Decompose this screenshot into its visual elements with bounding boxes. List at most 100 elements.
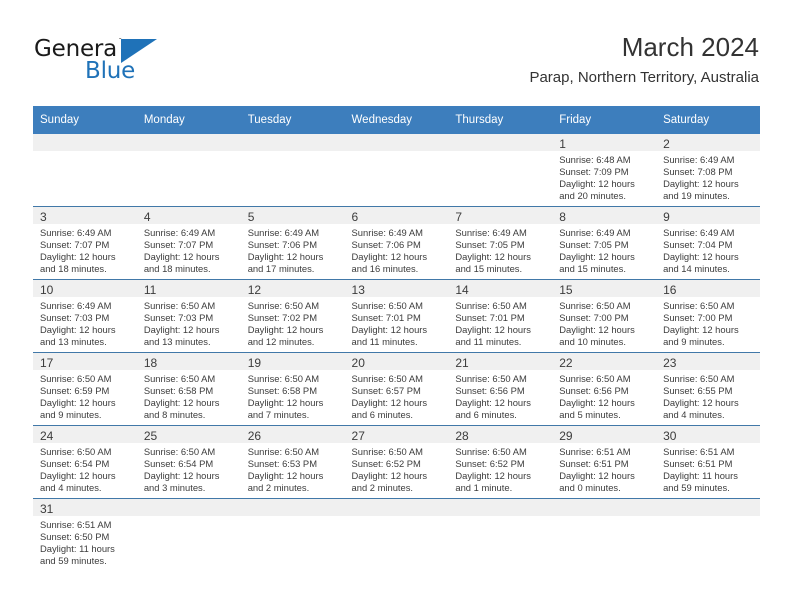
calendar-week-row: 10 Sunrise: 6:49 AM Sunset: 7:03 PM Dayligh… [33, 279, 760, 353]
calendar-week-row: 24 Sunrise: 6:50 AM Sunset: 6:54 PM Dayligh… [33, 425, 760, 499]
daylight-text-line2: and 1 minute. [455, 482, 513, 494]
calendar-day-cell[interactable]: 27 Sunrise: 6:50 AM Sunset: 6:52 PM Dayligh… [344, 425, 449, 499]
sunrise-text: Sunrise: 6:51 AM [40, 519, 112, 530]
calendar-day-cell[interactable]: 23 Sunrise: 6:50 AM Sunset: 6:55 PM Dayligh… [656, 352, 760, 426]
sunrise-text: Sunrise: 6:51 AM [663, 446, 735, 457]
daylight-text-line2: and 13 minutes. [40, 336, 107, 348]
day-number: 30 [663, 429, 677, 443]
day-number: 10 [40, 283, 54, 297]
calendar-cell-empty [240, 498, 345, 571]
day-number: 16 [663, 283, 677, 297]
weekday-header-monday: Monday [136, 106, 241, 134]
calendar-day-cell[interactable]: 15 Sunrise: 6:50 AM Sunset: 7:00 PM Dayligh… [552, 279, 657, 353]
sunrise-text: Sunrise: 6:50 AM [455, 300, 527, 311]
calendar-day-cell[interactable]: 29 Sunrise: 6:51 AM Sunset: 6:51 PM Dayligh… [552, 425, 657, 499]
daylight-text-line2: and 20 minutes. [559, 190, 626, 202]
calendar-day-cell[interactable]: 8 Sunrise: 6:49 AM Sunset: 7:05 PM Daylight… [552, 206, 657, 280]
day-cell-content [33, 134, 137, 203]
daylight-text-line1: Daylight: 12 hours [143, 397, 220, 409]
calendar-day-cell[interactable]: 26 Sunrise: 6:50 AM Sunset: 6:53 PM Dayligh… [240, 425, 345, 499]
daylight-text-line2: and 4 minutes. [663, 409, 725, 421]
day-cell-content: 2 Sunrise: 6:49 AM Sunset: 7:08 PM Daylight… [656, 134, 760, 203]
day-cell-content [136, 134, 241, 203]
day-number: 1 [559, 137, 566, 151]
day-number: 14 [455, 283, 469, 297]
sunset-text: Sunset: 7:07 PM [143, 239, 214, 251]
calendar-day-cell[interactable]: 21 Sunrise: 6:50 AM Sunset: 6:56 PM Dayligh… [448, 352, 553, 426]
sunrise-text: Sunrise: 6:50 AM [351, 300, 423, 311]
sunset-text: Sunset: 6:53 PM [247, 458, 317, 470]
daylight-text-line2: and 13 minutes. [143, 336, 211, 348]
calendar-day-cell[interactable]: 20 Sunrise: 6:50 AM Sunset: 6:57 PM Dayligh… [344, 352, 449, 426]
calendar-day-cell[interactable]: 5 Sunrise: 6:49 AM Sunset: 7:06 PM Daylight… [240, 206, 345, 280]
calendar-day-cell[interactable]: 11 Sunrise: 6:50 AM Sunset: 7:03 PM Dayligh… [136, 279, 241, 353]
sunset-text: Sunset: 6:50 PM [40, 531, 110, 543]
sunset-text: Sunset: 7:07 PM [40, 239, 110, 251]
calendar-day-cell[interactable]: 10 Sunrise: 6:49 AM Sunset: 7:03 PM Dayligh… [33, 279, 137, 353]
daylight-text-line2: and 0 minutes. [559, 482, 621, 494]
day-number: 9 [663, 210, 670, 224]
calendar-day-cell[interactable]: 30 Sunrise: 6:51 AM Sunset: 6:51 PM Dayligh… [656, 425, 760, 499]
calendar-cell-empty [448, 134, 553, 207]
daylight-text-line1: Daylight: 12 hours [559, 251, 635, 263]
calendar-day-cell[interactable]: 28 Sunrise: 6:50 AM Sunset: 6:52 PM Dayligh… [448, 425, 553, 499]
weekday-header-sunday: Sunday [33, 106, 137, 134]
calendar-day-cell[interactable]: 4 Sunrise: 6:49 AM Sunset: 7:07 PM Daylight… [136, 206, 241, 280]
calendar-day-cell[interactable]: 16 Sunrise: 6:50 AM Sunset: 7:00 PM Dayligh… [656, 279, 760, 353]
sunset-text: Sunset: 7:04 PM [663, 239, 733, 251]
day-cell-content [552, 499, 657, 568]
calendar-day-cell[interactable]: 24 Sunrise: 6:50 AM Sunset: 6:54 PM Dayligh… [33, 425, 137, 499]
day-cell-content: 7 Sunrise: 6:49 AM Sunset: 7:05 PM Daylight… [448, 207, 553, 276]
calendar-day-cell[interactable]: 22 Sunrise: 6:50 AM Sunset: 6:56 PM Dayligh… [552, 352, 657, 426]
day-number: 20 [351, 356, 365, 370]
daylight-text-line2: and 14 minutes. [663, 263, 730, 275]
calendar-day-cell[interactable]: 13 Sunrise: 6:50 AM Sunset: 7:01 PM Dayligh… [344, 279, 449, 353]
calendar-day-cell[interactable]: 6 Sunrise: 6:49 AM Sunset: 7:06 PM Daylight… [344, 206, 449, 280]
calendar-cell-empty [344, 498, 449, 571]
calendar-day-cell[interactable]: 25 Sunrise: 6:50 AM Sunset: 6:54 PM Dayligh… [136, 425, 241, 499]
sunset-text: Sunset: 7:03 PM [143, 312, 214, 324]
day-number: 19 [247, 356, 262, 370]
calendar-day-cell[interactable]: 18 Sunrise: 6:50 AM Sunset: 6:58 PM Dayligh… [136, 352, 241, 426]
day-number: 3 [40, 210, 47, 224]
daylight-text-line1: Daylight: 12 hours [351, 397, 428, 409]
day-cell-content [240, 499, 345, 568]
day-cell-content: 27 Sunrise: 6:50 AM Sunset: 6:52 PM Dayligh… [344, 426, 449, 495]
daylight-text-line1: Daylight: 11 hours [663, 470, 738, 482]
logo-text-blue: Blue [85, 58, 136, 84]
daylight-text-line1: Daylight: 11 hours [40, 543, 115, 555]
calendar-day-cell[interactable]: 17 Sunrise: 6:50 AM Sunset: 6:59 PM Dayligh… [33, 352, 137, 426]
sunrise-text: Sunrise: 6:50 AM [143, 300, 216, 311]
calendar-day-cell[interactable]: 9 Sunrise: 6:49 AM Sunset: 7:04 PM Daylight… [656, 206, 760, 280]
daylight-text-line2: and 9 minutes. [663, 336, 725, 348]
calendar-day-cell[interactable]: 14 Sunrise: 6:50 AM Sunset: 7:01 PM Dayligh… [448, 279, 553, 353]
calendar-day-cell[interactable]: 3 Sunrise: 6:49 AM Sunset: 7:07 PM Daylight… [33, 206, 137, 280]
calendar-body: 1 Sunrise: 6:48 AM Sunset: 7:09 PM Daylight… [33, 134, 760, 571]
sunset-text: Sunset: 7:03 PM [40, 312, 110, 324]
calendar-day-cell[interactable]: 12 Sunrise: 6:50 AM Sunset: 7:02 PM Dayligh… [240, 279, 345, 353]
daylight-text-line1: Daylight: 12 hours [663, 251, 739, 263]
calendar-week-row: 3 Sunrise: 6:49 AM Sunset: 7:07 PM Daylight… [33, 206, 760, 280]
calendar-day-cell[interactable]: 2 Sunrise: 6:49 AM Sunset: 7:08 PM Daylight… [656, 134, 760, 207]
calendar-day-cell[interactable]: 19 Sunrise: 6:50 AM Sunset: 6:58 PM Dayligh… [240, 352, 345, 426]
day-cell-content: 29 Sunrise: 6:51 AM Sunset: 6:51 PM Dayligh… [552, 426, 657, 495]
general-blue-logo[interactable]: General Blue [34, 36, 164, 94]
day-number: 6 [351, 210, 359, 224]
page-title: March 2024 [621, 32, 759, 62]
day-cell-content [344, 499, 449, 568]
day-cell-content: 28 Sunrise: 6:50 AM Sunset: 6:52 PM Dayligh… [448, 426, 553, 495]
calendar-cell-empty [33, 134, 137, 207]
calendar-day-cell[interactable]: 7 Sunrise: 6:49 AM Sunset: 7:05 PM Daylight… [448, 206, 553, 280]
sunrise-text: Sunrise: 6:50 AM [351, 373, 423, 384]
day-cell-content: 9 Sunrise: 6:49 AM Sunset: 7:04 PM Daylight… [656, 207, 760, 276]
sunrise-text: Sunrise: 6:50 AM [143, 446, 216, 457]
day-cell-content: 13 Sunrise: 6:50 AM Sunset: 7:01 PM Dayligh… [344, 280, 449, 349]
calendar-day-cell[interactable]: 1 Sunrise: 6:48 AM Sunset: 7:09 PM Daylight… [552, 134, 657, 207]
sunset-text: Sunset: 6:55 PM [663, 385, 733, 397]
daylight-text-line1: Daylight: 12 hours [559, 178, 635, 190]
daylight-text-line1: Daylight: 12 hours [143, 324, 220, 336]
day-number: 15 [559, 283, 573, 297]
day-number: 27 [351, 429, 365, 443]
calendar-day-cell[interactable]: 31 Sunrise: 6:51 AM Sunset: 6:50 PM Dayligh… [33, 498, 137, 571]
sunset-text: Sunset: 6:52 PM [351, 458, 421, 470]
